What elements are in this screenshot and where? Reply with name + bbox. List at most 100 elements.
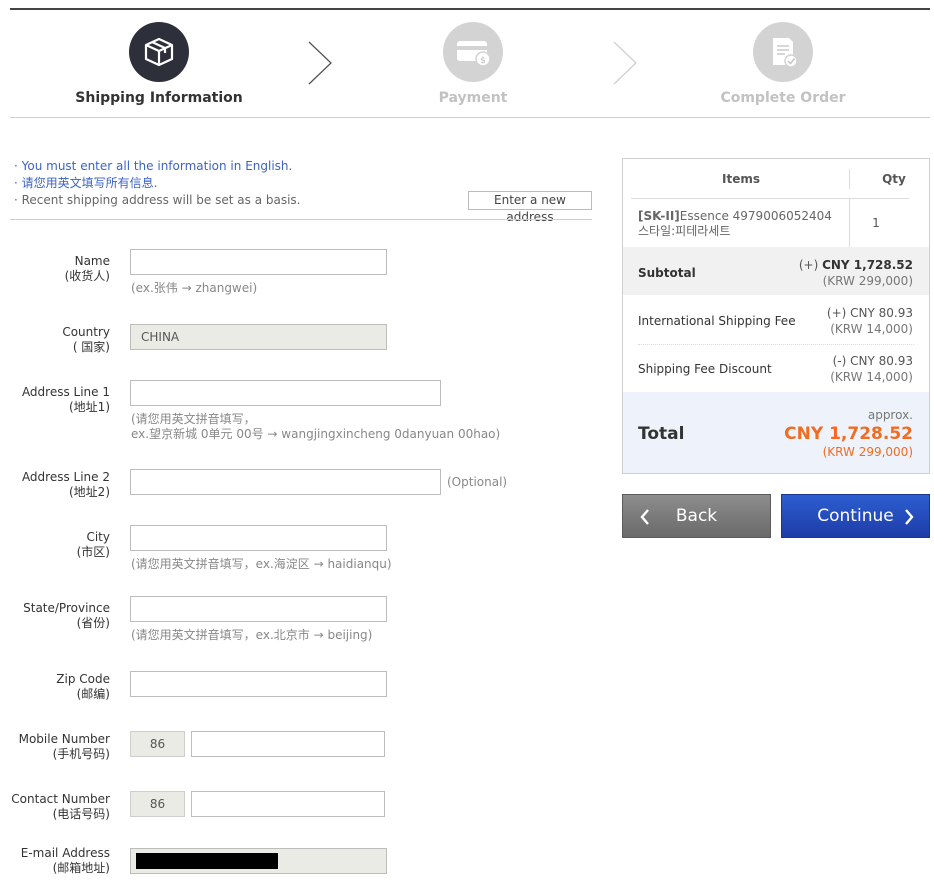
continue-button[interactable]: Continue <box>781 494 930 538</box>
shipping-discount-value: (-) CNY 80.93 (KRW 14,000) <box>830 353 913 385</box>
address-line-1-input[interactable] <box>130 380 441 406</box>
city-input[interactable] <box>130 525 387 551</box>
summary-header: Items Qty <box>623 159 929 199</box>
state-hint: (请您用英文拼音填写，ex.北京市 → beijing) <box>131 628 373 642</box>
label-en: City <box>86 530 110 544</box>
label-en: E-mail Address <box>20 846 110 860</box>
total-cny: CNY 1,728.52 <box>784 424 913 444</box>
label-en: Mobile Number <box>18 732 110 746</box>
redacted-email <box>136 853 278 869</box>
item-option: 스타일:피테라세트 <box>638 224 731 238</box>
mobile-number-label: Mobile Number (手机号码) <box>19 732 110 762</box>
label-cn: (地址1) <box>69 400 110 414</box>
shipping-discount-krw: (KRW 14,000) <box>830 370 913 384</box>
shipping-discount-label: Shipping Fee Discount <box>638 362 772 376</box>
card-payment-icon: $ <box>443 22 503 82</box>
back-button-label: Back <box>675 506 718 526</box>
step-shipping-information: Shipping Information <box>39 22 279 106</box>
email-label: E-mail Address (邮箱地址) <box>21 846 110 876</box>
hint-line: ex.望京新城 0单元 00号 → wangjingxincheng 0dany… <box>131 427 501 441</box>
country-label: Country ( 国家) <box>62 325 110 355</box>
subtotal-value: (+) CNY 1,728.52 (KRW 299,000) <box>799 257 913 289</box>
total-approx: approx. <box>867 408 913 422</box>
city-hint: (请您用英文拼音填写，ex.海淀区 → haidianqu) <box>131 557 392 571</box>
step-label: Shipping Information <box>75 90 243 106</box>
address-line-1-label: Address Line 1 (地址1) <box>22 385 110 415</box>
subtotal-cny-line: (+) CNY 1,728.52 <box>799 257 913 273</box>
back-button[interactable]: Back <box>622 494 771 538</box>
notice-english: · You must enter all the information in … <box>14 159 293 173</box>
svg-text:$: $ <box>480 56 486 66</box>
order-document-icon <box>753 22 813 82</box>
intl-shipping-label: International Shipping Fee <box>638 314 796 328</box>
contact-country-code: 86 <box>130 791 185 817</box>
state-label: State/Province (省份) <box>23 601 110 631</box>
intl-shipping-cny: (+) CNY 80.93 <box>826 306 913 320</box>
item-name: Essence 4979006052404 <box>679 209 832 223</box>
label-en: State/Province <box>23 601 110 615</box>
mobile-country-code: 86 <box>130 731 185 757</box>
label-en: Address Line 1 <box>21 385 110 399</box>
items-column-header: Items <box>722 172 760 186</box>
divider <box>631 198 909 199</box>
subtotal-cny: CNY 1,728.52 <box>822 258 913 272</box>
label-cn: (市区) <box>76 545 110 559</box>
mobile-number-input[interactable] <box>191 731 385 757</box>
subtotal-krw: (KRW 299,000) <box>822 274 913 288</box>
label-cn: (电话号码) <box>52 807 110 821</box>
step-complete-order: Complete Order <box>663 22 903 106</box>
country-field <box>130 324 387 350</box>
label-en: Country <box>62 325 110 339</box>
step-label: Complete Order <box>720 90 846 106</box>
label-en: Zip Code <box>56 672 110 686</box>
zip-code-input[interactable] <box>130 671 387 697</box>
label-cn: (邮编) <box>76 687 110 701</box>
intl-shipping-value: (+) CNY 80.93 (KRW 14,000) <box>827 305 913 337</box>
contact-number-label: Contact Number (电话号码) <box>11 792 110 822</box>
name-hint: (ex.张伟 → zhangwei) <box>131 281 258 295</box>
optional-tag: (Optional) <box>447 475 508 489</box>
label-cn: (省份) <box>76 616 110 630</box>
address-line-2-input[interactable] <box>130 469 441 495</box>
hint-line: (请您用英文拼音填写， <box>131 412 256 426</box>
name-input[interactable] <box>130 249 387 275</box>
divider <box>849 199 850 247</box>
zip-code-label: Zip Code (邮编) <box>56 672 110 702</box>
city-label: City (市区) <box>77 530 110 560</box>
step-arrow-icon <box>306 40 334 89</box>
address-line-2-label: Address Line 2 (地址2) <box>22 470 110 500</box>
item-description: [SK-II]Essence 4979006052404 스타일:피테라세트 <box>638 209 832 239</box>
state-input[interactable] <box>130 596 387 622</box>
total-krw: (KRW 299,000) <box>822 445 913 459</box>
checkout-steps: Shipping Information $ Payment Complete … <box>10 10 930 118</box>
item-title-line: [SK-II]Essence 4979006052404 <box>638 209 832 224</box>
name-label: Name (收货人) <box>65 254 110 284</box>
label-cn: (手机号码) <box>52 747 110 761</box>
divider <box>10 219 592 220</box>
divider <box>638 344 914 345</box>
divider <box>849 169 850 189</box>
total-label: Total <box>638 424 685 444</box>
label-cn: (收货人) <box>64 269 110 283</box>
enter-new-address-button[interactable]: Enter a new address <box>468 191 592 224</box>
item-brand: [SK-II] <box>638 209 680 223</box>
intl-shipping-krw: (KRW 14,000) <box>830 322 913 336</box>
contact-number-input[interactable] <box>191 791 385 817</box>
chevron-right-icon <box>903 508 915 531</box>
step-arrow-icon <box>611 40 639 89</box>
label-en: Name <box>74 254 110 268</box>
address-line-1-hint: (请您用英文拼音填写， ex.望京新城 0单元 00号 → wangjingxi… <box>131 412 500 442</box>
step-label: Payment <box>438 90 508 106</box>
item-qty: 1 <box>872 216 880 230</box>
step-payment: $ Payment <box>353 22 593 106</box>
subtotal-label: Subtotal <box>638 266 696 280</box>
label-cn: (地址2) <box>69 485 110 499</box>
notice-english-cn: · 请您用英文填写所有信息. <box>14 176 158 190</box>
order-summary-panel: Items Qty [SK-II]Essence 4979006052404 스… <box>622 158 930 474</box>
qty-column-header: Qty <box>882 172 906 186</box>
chevron-left-icon <box>639 508 651 531</box>
label-cn: (邮箱地址) <box>52 861 110 875</box>
subtotal-sign: (+) <box>798 258 823 272</box>
label-cn: ( 国家) <box>72 340 110 354</box>
continue-button-label: Continue <box>817 506 894 526</box>
